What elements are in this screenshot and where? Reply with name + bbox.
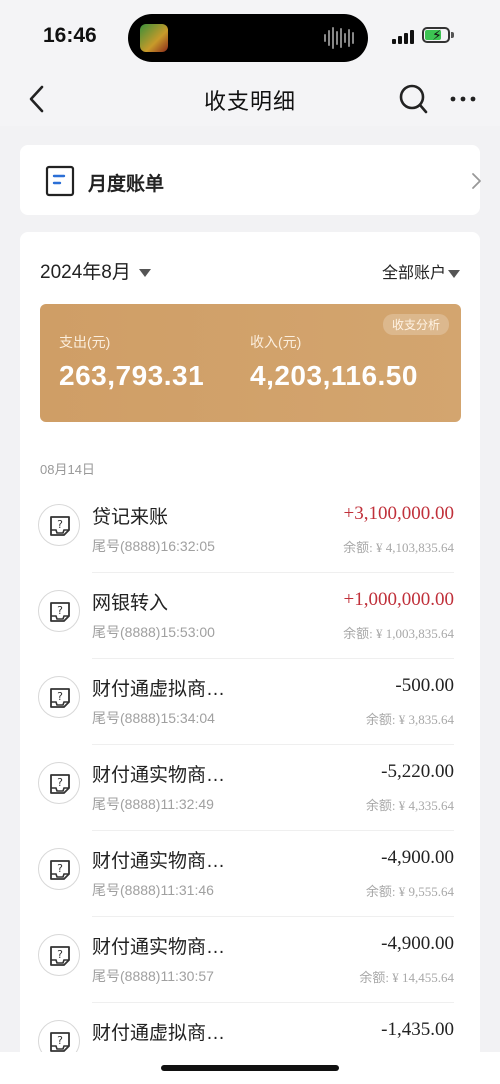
more-icon[interactable]: [448, 86, 478, 112]
transaction-meta: 尾号(8888)11:32:49: [92, 796, 214, 812]
nav-bar: 收支明细: [0, 72, 500, 126]
transaction-row[interactable]: ? 网银转入 尾号(8888)15:53:00 +1,000,000.00 余额…: [20, 573, 480, 659]
caret-down-icon: [448, 269, 460, 278]
transaction-balance: 余额: ¥ 4,335.64: [365, 798, 454, 813]
transaction-meta: 尾号(8888)15:34:04: [92, 710, 215, 726]
transaction-meta: 尾号(8888)11:30:57: [92, 968, 214, 984]
transaction-name: 网银转入: [92, 593, 169, 614]
svg-text:?: ?: [57, 604, 63, 617]
svg-text:?: ?: [57, 518, 63, 531]
transactions-card: 2024年8月 全部账户 收支分析 支出(元) 263,793.31 收入(元)…: [20, 232, 480, 1052]
svg-text:?: ?: [57, 690, 63, 703]
transaction-list: ? 贷记来账 尾号(8888)16:32:05 +3,100,000.00 余额…: [20, 487, 480, 1052]
search-icon[interactable]: [398, 83, 428, 115]
unknown-transaction-icon: ?: [38, 934, 80, 976]
transaction-name: 财付通实物商…: [92, 937, 226, 958]
battery-cap: [451, 32, 454, 38]
transaction-name: 贷记来账: [92, 507, 169, 528]
status-time: 16:46: [43, 24, 97, 47]
svg-text:?: ?: [57, 948, 63, 961]
transaction-meta: 尾号(8888)11:31:46: [92, 882, 214, 898]
document-icon: [45, 165, 75, 197]
transaction-amount: +3,100,000.00: [343, 503, 454, 524]
transaction-row[interactable]: ? 财付通实物商… 尾号(8888)11:31:46 -4,900.00 余额:…: [20, 831, 480, 917]
transaction-balance: 余额: ¥ 3,835.64: [365, 712, 454, 727]
income-label: 收入(元): [250, 334, 302, 350]
transaction-name: 财付通虚拟商…: [92, 679, 226, 700]
svg-text:?: ?: [57, 1034, 63, 1047]
status-bar: 16:46 ⚡: [0, 0, 500, 72]
transaction-amount: -4,900.00: [381, 933, 454, 954]
summary-panel: 收支分析 支出(元) 263,793.31 收入(元) 4,203,116.50: [40, 304, 461, 422]
chevron-right-icon: [472, 173, 481, 189]
expense-amount: 263,793.31: [59, 360, 205, 391]
transaction-amount: -1,435.00: [381, 1019, 454, 1040]
monthly-bill-label: 月度账单: [88, 174, 165, 195]
transaction-amount: -4,900.00: [381, 847, 454, 868]
svg-text:?: ?: [57, 862, 63, 875]
transaction-balance: 余额: ¥ 1,003,835.64: [343, 626, 454, 641]
transaction-row[interactable]: ? 贷记来账 尾号(8888)16:32:05 +3,100,000.00 余额…: [20, 487, 480, 573]
unknown-transaction-icon: ?: [38, 504, 80, 546]
unknown-transaction-icon: ?: [38, 1020, 80, 1052]
transaction-row[interactable]: ? 财付通实物商… 尾号(8888)11:30:57 -4,900.00 余额:…: [20, 917, 480, 1003]
battery-charging-icon: ⚡: [422, 27, 450, 43]
app-thumbnail-icon: [140, 24, 168, 52]
unknown-transaction-icon: ?: [38, 762, 80, 804]
transaction-balance: 余额: ¥ 9,555.64: [365, 884, 454, 899]
signal-icon: [392, 28, 414, 44]
income-amount: 4,203,116.50: [250, 360, 418, 391]
unknown-transaction-icon: ?: [38, 676, 80, 718]
account-label: 全部账户: [381, 265, 446, 282]
svg-text:?: ?: [57, 776, 63, 789]
transaction-amount: -5,220.00: [381, 761, 454, 782]
transaction-row[interactable]: ? 财付通虚拟商… -1,435.00: [20, 1003, 480, 1052]
unknown-transaction-icon: ?: [38, 848, 80, 890]
transaction-balance: 余额: ¥ 14,455.64: [359, 970, 454, 985]
date-header: 08月14日: [40, 462, 95, 477]
transaction-row[interactable]: ? 财付通实物商… 尾号(8888)11:32:49 -5,220.00 余额:…: [20, 745, 480, 831]
transaction-name: 财付通实物商…: [92, 765, 226, 786]
caret-down-icon: [138, 268, 151, 277]
transaction-amount: -500.00: [395, 675, 454, 696]
transaction-meta: 尾号(8888)15:53:00: [92, 624, 215, 640]
expense-label: 支出(元): [59, 334, 111, 350]
transaction-balance: 余额: ¥ 4,103,835.64: [343, 540, 454, 555]
transaction-amount: +1,000,000.00: [343, 589, 454, 610]
transaction-name: 财付通实物商…: [92, 851, 226, 872]
audio-wave-icon: [324, 26, 354, 50]
month-label: 2024年8月: [40, 262, 131, 283]
home-indicator[interactable]: [161, 1065, 339, 1071]
transaction-row[interactable]: ? 财付通虚拟商… 尾号(8888)15:34:04 -500.00 余额: ¥…: [20, 659, 480, 745]
transaction-meta: 尾号(8888)16:32:05: [92, 538, 215, 554]
analysis-button[interactable]: 收支分析: [382, 314, 449, 335]
dynamic-island[interactable]: [128, 14, 368, 62]
unknown-transaction-icon: ?: [38, 590, 80, 632]
account-selector[interactable]: 全部账户: [382, 259, 460, 283]
month-selector[interactable]: 2024年8月: [40, 257, 151, 284]
transaction-name: 财付通虚拟商…: [92, 1023, 226, 1044]
monthly-bill-entry[interactable]: 月度账单: [20, 145, 481, 215]
